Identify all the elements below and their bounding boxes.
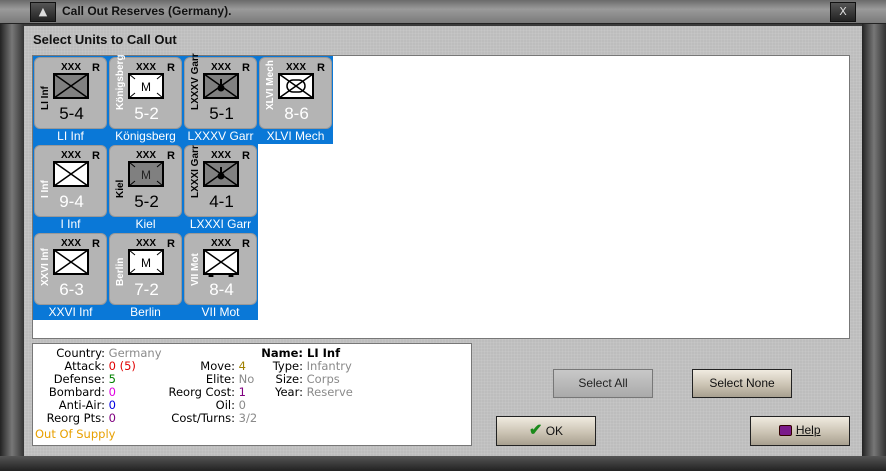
reserve-marker: R [92, 62, 100, 74]
help-label: Help [795, 423, 821, 437]
help-book-icon [779, 425, 793, 437]
title-bar: ▲ Call Out Reserves (Germany). X [0, 0, 886, 24]
select-none-button[interactable]: Select None [692, 369, 792, 398]
unit-tile[interactable]: XXVI Inf XXX R 6-3 XXVI Inf [33, 232, 108, 320]
reserve-marker: R [242, 150, 250, 162]
unit-tile[interactable]: Königsberg XXX R M 5-2 Königsberg [108, 54, 183, 144]
unit-counter: Kiel XXX R M 5-2 [109, 145, 182, 217]
unit-label: VII Mot [201, 305, 240, 319]
unit-symbol-icon [53, 73, 89, 99]
unit-symbol-icon [278, 73, 314, 99]
unit-strength: 5-2 [134, 192, 159, 211]
unit-tile[interactable]: I Inf XXX R 9-4 I Inf [33, 144, 108, 232]
minimize-icon: ▲ [38, 5, 48, 18]
unit-tile[interactable]: LI Inf XXX R 5-4 LI Inf [33, 56, 108, 144]
svg-text:M: M [141, 80, 151, 94]
reserve-marker: R [92, 238, 100, 250]
unit-tile[interactable]: VII Mot XXX R 8-4 VII Mot [183, 232, 258, 320]
reserve-marker: R [167, 150, 175, 162]
frame-left [0, 24, 24, 464]
reserve-marker: R [92, 150, 100, 162]
unit-strength: 8-6 [284, 104, 309, 123]
unit-label: Berlin [130, 305, 161, 319]
unit-size: XXX [61, 62, 82, 73]
unit-info-panel: Country: Germany Attack: 0 (5) Defense: 5B… [32, 343, 472, 446]
reserve-marker: R [242, 238, 250, 250]
unit-strength: 5-2 [134, 104, 159, 123]
unit-counter: LI Inf XXX R 5-4 [34, 57, 107, 129]
unit-label: LXXXV Garr [187, 129, 254, 143]
unit-size: XXX [211, 238, 232, 249]
unit-size: XXX [211, 62, 232, 73]
unit-size: XXX [61, 238, 82, 249]
unit-tile[interactable]: LXXXV Garr XXX R 5-1 LXXXV Garr [183, 53, 258, 144]
unit-label: LXXXI Garr [189, 217, 252, 231]
unit-counter: Königsberg XXX R M 5-2 [109, 54, 182, 129]
window-title: Call Out Reserves (Germany). [62, 4, 232, 18]
info-row: Cost/Turns: 3/2 [171, 411, 258, 425]
info-row: Reorg Pts: 0 [46, 411, 116, 425]
unit-symbol-icon: M [128, 73, 164, 99]
unit-label: I Inf [60, 217, 81, 231]
unit-counter: LXXXV Garr XXX R 5-1 [184, 53, 257, 129]
unit-size: XXX [61, 150, 82, 161]
reserve-marker: R [317, 62, 325, 74]
unit-symbol-icon [53, 161, 89, 187]
unit-size: XXX [136, 150, 157, 161]
unit-counter: I Inf XXX R 9-4 [34, 145, 107, 217]
unit-size: XXX [211, 150, 232, 161]
unit-symbol-icon [203, 161, 239, 187]
unit-strength: 8-4 [209, 280, 234, 299]
unit-label: LI Inf [57, 129, 84, 143]
unit-symbol-icon [53, 249, 89, 275]
unit-list[interactable]: LI Inf XXX R 5-4 LI Inf Königsberg XXX R… [32, 53, 850, 339]
unit-size: XXX [136, 62, 157, 73]
unit-strength: 7-2 [134, 280, 159, 299]
close-button[interactable]: X [830, 2, 856, 22]
section-heading: Select Units to Call Out [33, 32, 177, 47]
unit-label: Königsberg [115, 129, 176, 143]
unit-strength: 6-3 [59, 280, 84, 299]
unit-symbol-icon: M [128, 249, 164, 275]
unit-label: Kiel [135, 217, 156, 231]
select-all-button[interactable]: Select All [553, 369, 653, 398]
minimize-button[interactable]: ▲ [30, 2, 56, 22]
unit-tile[interactable]: Berlin XXX R M 7-2 Berlin [108, 232, 183, 320]
reserve-marker: R [242, 62, 250, 74]
svg-text:M: M [141, 256, 151, 270]
unit-counter: VII Mot XXX R 8-4 [184, 233, 257, 305]
unit-counter: LXXXI Garr XXX R 4-1 [184, 145, 257, 217]
supply-status: Out Of Supply [35, 427, 116, 441]
svg-text:M: M [141, 168, 151, 182]
unit-tile[interactable]: XLVI Mech XXX R 8-6 XLVI Mech [258, 56, 333, 144]
unit-tile[interactable]: LXXXI Garr XXX R 4-1 LXXXI Garr [183, 144, 258, 232]
unit-strength: 5-1 [209, 104, 234, 123]
frame-bottom [0, 456, 886, 471]
unit-counter: XXVI Inf XXX R 6-3 [34, 233, 107, 305]
ok-button[interactable]: ✔ OK [496, 416, 596, 446]
unit-tile[interactable]: Kiel XXX R M 5-2 Kiel [108, 144, 183, 232]
ok-label: OK [545, 424, 564, 438]
unit-strength: 4-1 [209, 192, 234, 211]
unit-symbol-icon: M [128, 161, 164, 187]
reserve-marker: R [167, 62, 175, 74]
help-button[interactable]: Help [750, 416, 850, 446]
checkmark-icon: ✔ [528, 422, 543, 439]
unit-symbol-icon [203, 73, 239, 99]
unit-symbol-icon [203, 249, 239, 279]
info-row: Year: Reserve [274, 385, 353, 399]
reserve-marker: R [167, 238, 175, 250]
unit-size: XXX [286, 62, 307, 73]
unit-counter: XLVI Mech XXX R 8-6 [259, 57, 332, 129]
unit-label: XLVI Mech [266, 129, 325, 143]
unit-size: XXX [136, 238, 157, 249]
unit-strength: 5-4 [59, 104, 84, 123]
unit-strength: 9-4 [59, 192, 84, 211]
frame-right [862, 24, 886, 464]
unit-label: XXVI Inf [48, 305, 93, 319]
unit-counter: Berlin XXX R M 7-2 [109, 233, 182, 305]
